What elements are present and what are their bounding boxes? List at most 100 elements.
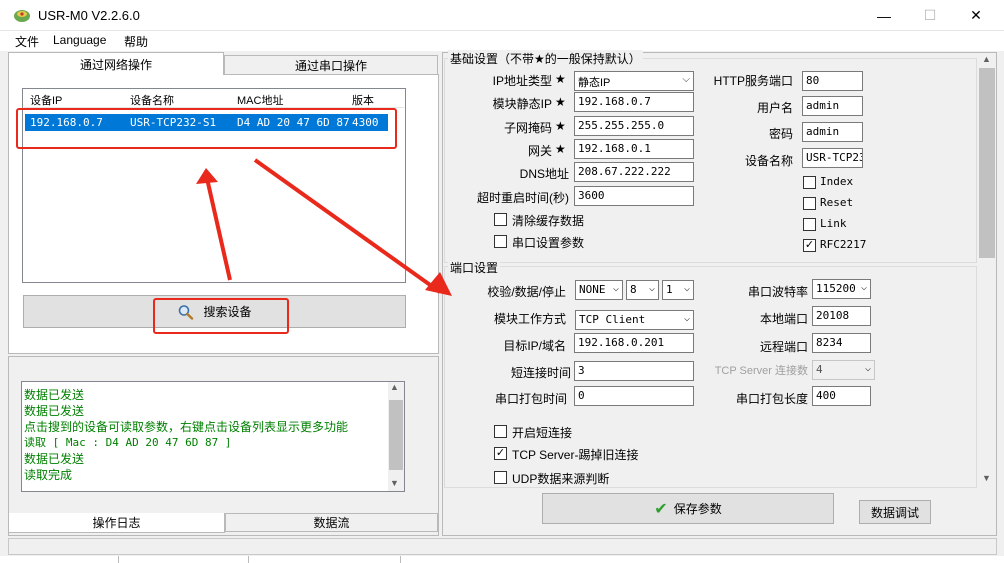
log-line: 点击搜到的设备可读取参数，右键点击设备列表显示更多功能 xyxy=(24,420,349,434)
udp-source-checkbox[interactable] xyxy=(494,471,507,484)
tab-data-stream[interactable]: 数据流 xyxy=(225,513,438,532)
menu-language[interactable]: Language xyxy=(53,33,106,47)
basic-settings-title: 基础设置（不带★的一般保持默认） xyxy=(448,50,643,67)
scroll-up-icon[interactable]: ▲ xyxy=(390,382,399,392)
scroll-down-icon[interactable]: ▼ xyxy=(982,473,991,483)
kick-old-conn-label: TCP Server-踢掉旧连接 xyxy=(512,448,639,462)
maximize-button[interactable]: ☐ xyxy=(907,0,953,31)
ip-type-value: 静态IP xyxy=(578,77,611,89)
http-port-field[interactable]: 80 xyxy=(802,71,863,91)
log-line: 数据已发送 xyxy=(24,452,85,466)
rfc2217-checkbox[interactable]: ✓ xyxy=(803,239,816,252)
ip-type-select[interactable]: 静态IP ⌵ xyxy=(574,71,694,91)
stop-bits-select[interactable]: 1 ⌵ xyxy=(662,280,694,300)
reset-checkbox[interactable] xyxy=(803,197,816,210)
required-star-icon: ★ xyxy=(555,119,566,133)
index-checkbox[interactable] xyxy=(803,176,816,189)
device-name-field[interactable]: USR-TCP23 xyxy=(802,148,863,168)
required-star-icon: ★ xyxy=(555,95,566,109)
baud-rate-label: 串口波特率 xyxy=(747,285,808,299)
subnet-mask-label: 子网掩码 xyxy=(503,121,552,135)
title-bar xyxy=(0,0,1004,31)
chevron-down-icon: ⌵ xyxy=(648,283,655,294)
bottom-strip xyxy=(0,556,1004,563)
save-params-label: 保存参数 xyxy=(673,502,722,516)
data-bits-select[interactable]: 8 ⌵ xyxy=(626,280,659,300)
stop-bits-value: 1 xyxy=(666,283,673,296)
tcp-server-conn-select[interactable]: 4 ⌵ xyxy=(812,360,875,380)
scroll-up-icon[interactable]: ▲ xyxy=(982,54,991,64)
minimize-button[interactable]: — xyxy=(861,0,907,31)
close-button[interactable]: ✕ xyxy=(953,0,999,31)
chevron-down-icon: ⌵ xyxy=(612,283,619,294)
required-star-icon: ★ xyxy=(555,72,566,86)
baud-rate-select[interactable]: 115200 ⌵ xyxy=(812,279,871,299)
window-title: USR-M0 V2.2.6.0 xyxy=(38,8,140,23)
link-checkbox[interactable] xyxy=(803,218,816,231)
divider xyxy=(400,556,401,563)
port-settings-title: 端口设置 xyxy=(448,259,501,276)
column-header-version[interactable]: 版本 xyxy=(352,92,374,108)
tab-operation-log[interactable]: 操作日志 xyxy=(8,513,225,533)
static-ip-field[interactable]: 192.168.0.7 xyxy=(574,92,694,112)
short-conn-checkbox[interactable] xyxy=(494,425,507,438)
pack-length-field[interactable]: 400 xyxy=(812,386,871,406)
settings-scroll-thumb[interactable] xyxy=(979,68,995,258)
subnet-mask-field[interactable]: 255.255.255.0 xyxy=(574,116,694,136)
link-label: Link xyxy=(820,217,847,230)
chevron-down-icon: ⌵ xyxy=(683,283,690,294)
work-mode-label: 模块工作方式 xyxy=(493,312,566,326)
parity-select[interactable]: NONE ⌵ xyxy=(575,280,623,300)
work-mode-select[interactable]: TCP Client ⌵ xyxy=(575,310,694,330)
short-conn-time-field[interactable]: 3 xyxy=(574,361,694,381)
gateway-field[interactable]: 192.168.0.1 xyxy=(574,139,694,159)
local-port-label: 本地端口 xyxy=(759,312,808,326)
chevron-down-icon: ⌵ xyxy=(683,313,690,324)
remote-port-field[interactable]: 8234 xyxy=(812,333,871,353)
menu-file[interactable]: 文件 xyxy=(15,33,39,50)
data-bits-value: 8 xyxy=(630,283,637,296)
chevron-down-icon: ⌵ xyxy=(682,74,690,85)
required-star-icon: ★ xyxy=(555,142,566,156)
index-label: Index xyxy=(820,175,854,188)
column-header-name[interactable]: 设备名称 xyxy=(130,92,174,108)
data-debug-button[interactable]: 数据调试 xyxy=(859,500,931,524)
pack-time-field[interactable]: 0 xyxy=(574,386,694,406)
serial-params-checkbox[interactable] xyxy=(494,235,507,248)
annotation-highlight-search-button xyxy=(153,298,289,334)
scroll-down-icon[interactable]: ▼ xyxy=(390,478,399,488)
column-header-mac[interactable]: MAC地址 xyxy=(237,92,283,108)
tab-serial[interactable]: 通过串口操作 xyxy=(224,55,438,75)
clear-cache-checkbox[interactable] xyxy=(494,213,507,226)
rfc2217-label: RFC2217 xyxy=(820,238,867,251)
tcp-server-conn-label: TCP Server 连接数 xyxy=(714,365,808,377)
menu-help[interactable]: 帮助 xyxy=(124,33,148,50)
static-ip-label: 模块静态IP xyxy=(492,97,552,111)
log-line: 数据已发送 xyxy=(24,388,85,402)
dns-field[interactable]: 208.67.222.222 xyxy=(574,162,694,182)
http-port-label: HTTP服务端口 xyxy=(713,74,793,88)
kick-old-conn-checkbox[interactable]: ✓ xyxy=(494,447,507,460)
checkmark-icon: ✔ xyxy=(654,500,668,518)
clear-cache-label: 清除缓存数据 xyxy=(512,214,585,228)
udp-source-label: UDP数据来源判断 xyxy=(512,472,610,486)
save-params-button[interactable]: ✔ 保存参数 xyxy=(542,493,834,524)
password-field[interactable]: admin xyxy=(802,122,863,142)
target-ip-field[interactable]: 192.168.0.201 xyxy=(574,333,694,353)
remote-port-label: 远程端口 xyxy=(759,340,808,354)
dns-label: DNS地址 xyxy=(519,167,569,181)
timeout-label: 超时重启时间(秒) xyxy=(477,191,569,205)
column-header-ip[interactable]: 设备IP xyxy=(30,92,62,108)
tab-network[interactable]: 通过网络操作 xyxy=(8,52,224,75)
divider xyxy=(118,556,119,563)
username-field[interactable]: admin xyxy=(802,96,863,116)
parity-label: 校验/数据/停止 xyxy=(487,285,566,299)
username-label: 用户名 xyxy=(756,101,793,115)
tcp-server-conn-value: 4 xyxy=(816,363,823,376)
local-port-field[interactable]: 20108 xyxy=(812,306,871,326)
short-conn-label: 开启短连接 xyxy=(512,426,573,440)
timeout-field[interactable]: 3600 xyxy=(574,186,694,206)
baud-rate-value: 115200 xyxy=(816,282,856,295)
menu-bar xyxy=(0,31,1004,51)
log-scroll-thumb[interactable] xyxy=(389,400,403,470)
